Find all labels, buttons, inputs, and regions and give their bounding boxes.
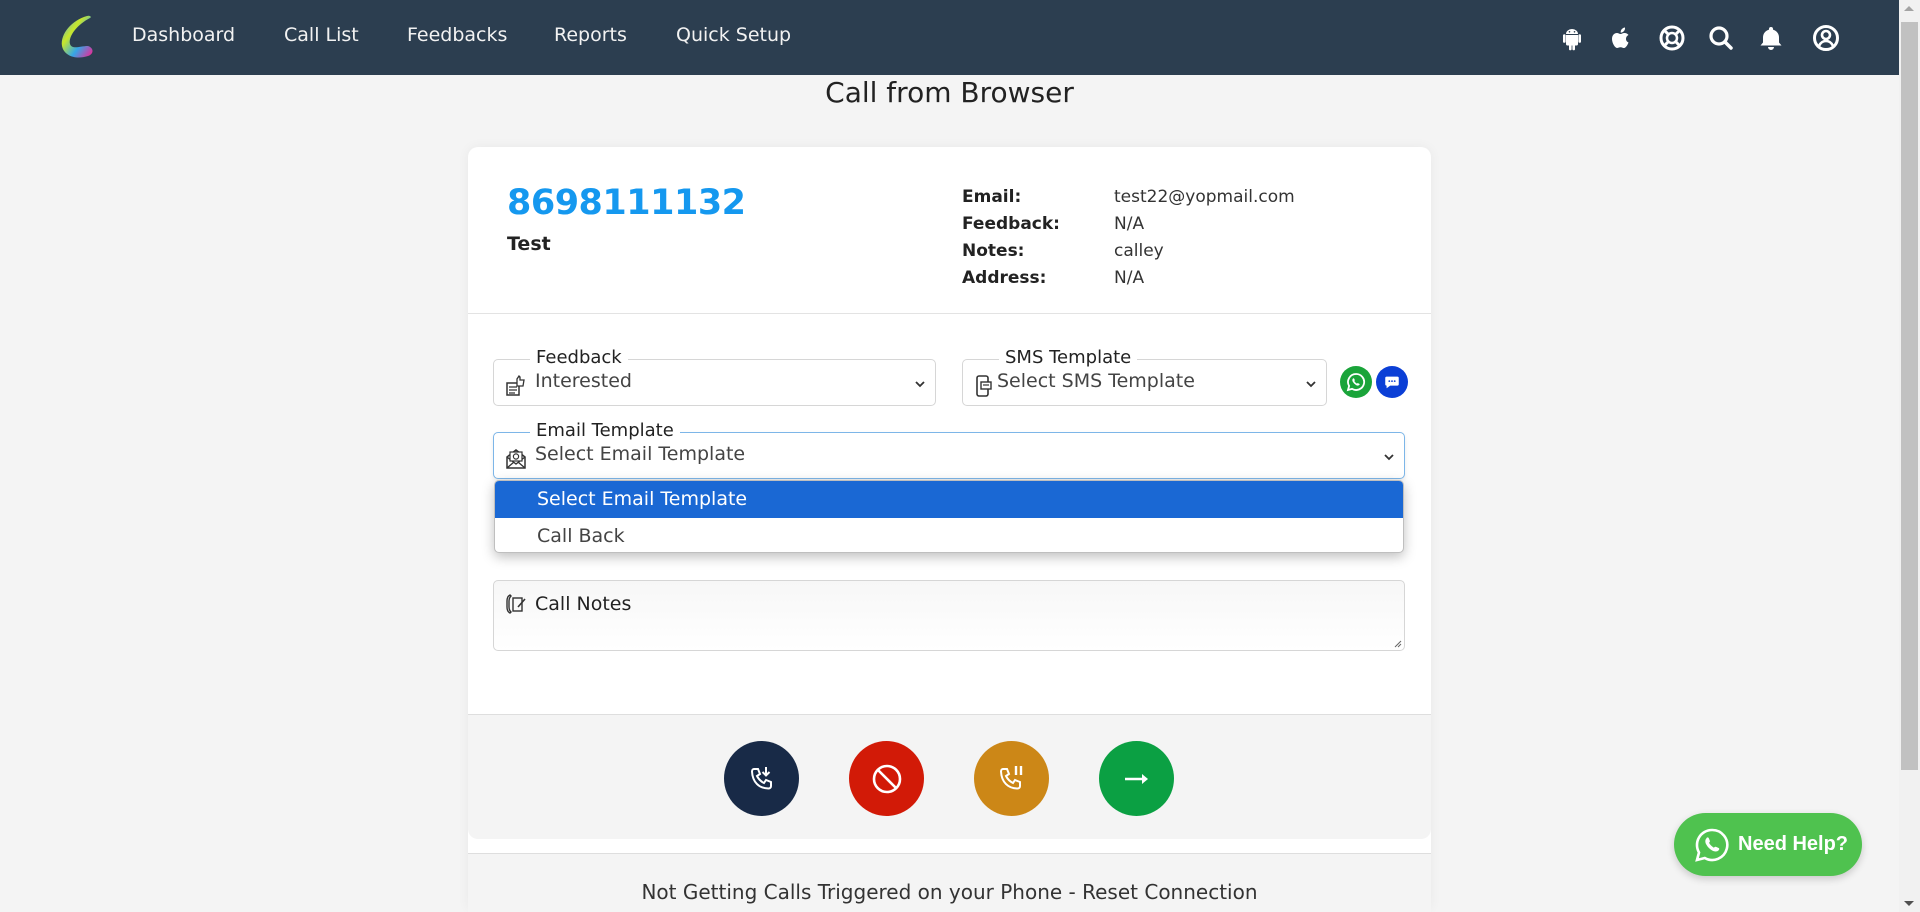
top-navbar: Dashboard Call List Feedbacks Reports Qu… xyxy=(0,0,1899,75)
logo-icon xyxy=(61,15,93,58)
nav-quick-setup[interactable]: Quick Setup xyxy=(676,24,791,46)
info-value: calley xyxy=(1114,241,1164,261)
reset-connection-link[interactable]: Not Getting Calls Triggered on your Phon… xyxy=(468,880,1431,904)
sms-send-button[interactable] xyxy=(1376,366,1408,398)
user-account-icon[interactable] xyxy=(1812,24,1840,52)
arrow-right-icon xyxy=(1124,773,1148,784)
email-template-select[interactable]: Email Template Select Email Template xyxy=(493,420,1405,479)
phone-note-icon xyxy=(505,593,527,615)
nav-dashboard[interactable]: Dashboard xyxy=(132,24,235,46)
contact-info: Email: test22@yopmail.com Feedback: N/A … xyxy=(962,187,1295,295)
page-title: Call from Browser xyxy=(825,76,1074,109)
dropdown-option[interactable]: Select Email Template xyxy=(495,481,1403,518)
divider xyxy=(468,313,1431,314)
search-icon[interactable] xyxy=(1707,24,1735,52)
nav-call-list[interactable]: Call List xyxy=(284,24,359,46)
contact-phone[interactable]: 8698111132 xyxy=(507,183,746,223)
ban-icon xyxy=(872,764,901,793)
info-label: Address: xyxy=(962,268,1047,288)
mobile-sms-icon xyxy=(973,375,995,397)
nav-reports[interactable]: Reports xyxy=(554,24,627,46)
sms-template-label: SMS Template xyxy=(999,347,1138,369)
hold-call-button[interactable] xyxy=(974,741,1049,816)
app-logo[interactable] xyxy=(54,12,106,64)
apple-icon[interactable] xyxy=(1607,24,1635,52)
scrollbar-thumb[interactable] xyxy=(1901,22,1918,770)
next-call-button[interactable] xyxy=(1099,741,1174,816)
feedback-select[interactable]: Feedback Interested xyxy=(493,347,936,406)
chevron-down-icon xyxy=(1384,454,1394,461)
info-value: N/A xyxy=(1114,214,1145,234)
whatsapp-icon xyxy=(1695,828,1729,862)
email-template-value: Select Email Template xyxy=(535,443,746,465)
android-icon[interactable] xyxy=(1558,24,1586,52)
info-row-notes: Notes: calley xyxy=(962,241,1295,268)
phone-incoming-icon xyxy=(750,766,772,790)
receive-call-button[interactable] xyxy=(724,741,799,816)
info-value: N/A xyxy=(1114,268,1145,288)
whatsapp-send-button[interactable] xyxy=(1340,366,1372,398)
info-row-email: Email: test22@yopmail.com xyxy=(962,187,1295,214)
scroll-up-arrow-icon[interactable] xyxy=(1904,6,1914,11)
sms-template-value: Select SMS Template xyxy=(997,370,1195,392)
email-template-label: Email Template xyxy=(530,420,680,442)
scroll-down-arrow-icon[interactable] xyxy=(1904,901,1914,906)
need-help-label: Need Help? xyxy=(1738,833,1849,855)
info-row-feedback: Feedback: N/A xyxy=(962,214,1295,241)
contact-name: Test xyxy=(507,233,551,255)
bell-icon[interactable] xyxy=(1757,24,1785,52)
info-label: Notes: xyxy=(962,241,1025,261)
call-notes-textarea[interactable]: Call Notes xyxy=(493,580,1405,651)
feedback-thumbs-up-icon xyxy=(505,374,527,397)
email-template-dropdown: Select Email Template Call Back xyxy=(494,480,1404,553)
whatsapp-icon xyxy=(1346,373,1365,392)
dropdown-option[interactable]: Call Back xyxy=(495,518,1403,552)
support-lifebuoy-icon[interactable] xyxy=(1658,24,1686,52)
chevron-down-icon xyxy=(1306,381,1316,388)
resize-handle-icon[interactable] xyxy=(1392,638,1402,648)
chevron-down-icon xyxy=(915,381,925,388)
nav-feedbacks[interactable]: Feedbacks xyxy=(407,24,507,46)
need-help-button[interactable]: Need Help? xyxy=(1674,813,1862,876)
phone-pause-icon xyxy=(999,765,1022,790)
page-scrollbar[interactable] xyxy=(1899,0,1920,912)
call-notes-placeholder: Call Notes xyxy=(535,593,632,615)
message-icon xyxy=(1385,376,1399,389)
info-label: Feedback: xyxy=(962,214,1060,234)
info-value: test22@yopmail.com xyxy=(1114,187,1295,207)
end-call-button[interactable] xyxy=(849,741,924,816)
feedback-label: Feedback xyxy=(530,347,628,369)
feedback-value: Interested xyxy=(535,370,632,392)
info-label: Email: xyxy=(962,187,1022,207)
sms-template-select[interactable]: SMS Template Select SMS Template xyxy=(962,347,1327,406)
info-row-address: Address: N/A xyxy=(962,268,1295,295)
email-envelope-icon xyxy=(505,448,527,470)
call-actions-bar xyxy=(468,714,1431,839)
